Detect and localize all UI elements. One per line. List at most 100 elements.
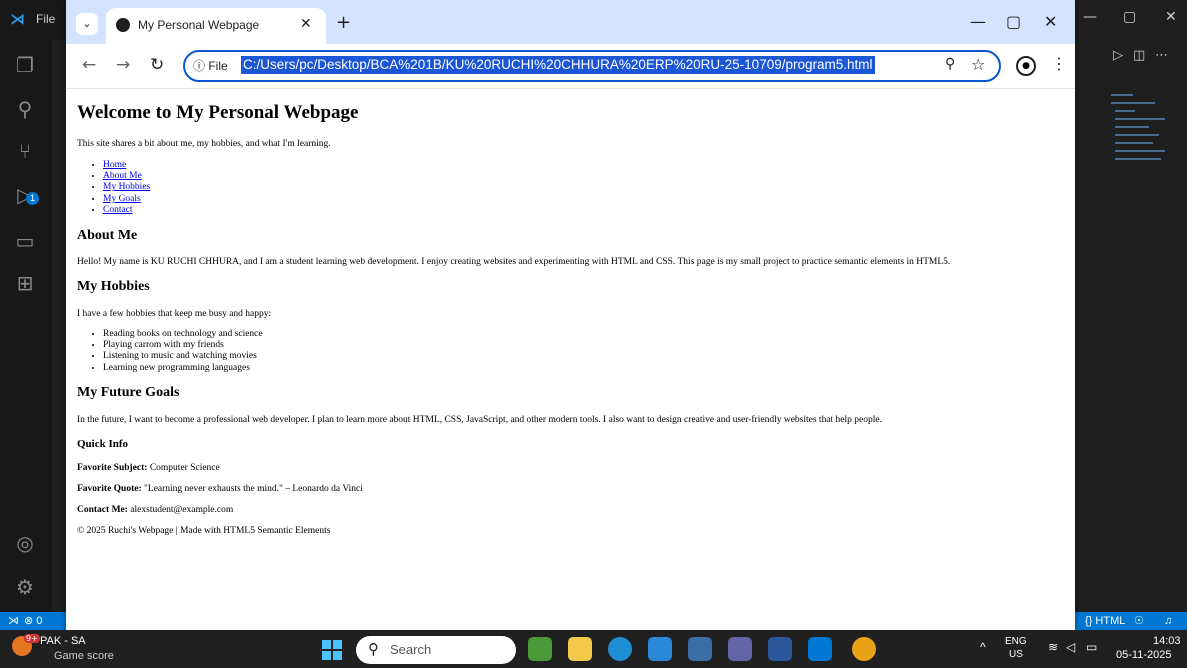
site-info-button[interactable]: ⓘ File xyxy=(193,57,228,74)
problems-indicator[interactable]: ⊗ 0 xyxy=(24,612,42,630)
settings-gear-icon[interactable]: ⚙ xyxy=(12,574,38,600)
widget-subtitle: Game score xyxy=(54,650,114,662)
vscode-logo-icon: ⋊ xyxy=(10,10,25,28)
about-text: Hello! My name is KU RUCHI CHHURA, and I… xyxy=(77,257,951,267)
nav-link-goals[interactable]: My Goals xyxy=(103,194,141,204)
run-debug-icon[interactable]: ▷ 1 xyxy=(12,182,39,208)
more-actions-icon[interactable]: ⋯ xyxy=(1155,48,1168,63)
vscode-maximize-icon[interactable]: ▢ xyxy=(1123,9,1136,25)
nav-list: Home About Me My Hobbies My Goals Contac… xyxy=(77,160,150,216)
nav-link-contact[interactable]: Contact xyxy=(103,205,133,215)
vscode-taskbar-icon[interactable] xyxy=(808,637,832,661)
tab-close-icon[interactable]: ✕ xyxy=(300,16,312,32)
remote-explorer-icon[interactable]: ▭ xyxy=(12,228,38,254)
vscode-close-icon[interactable]: ✕ xyxy=(1165,9,1177,25)
run-file-icon[interactable]: ▷ xyxy=(1113,48,1123,63)
profile-icon[interactable]: ● xyxy=(1016,56,1036,76)
debug-badge: 1 xyxy=(26,192,39,205)
new-tab-icon[interactable]: + xyxy=(336,12,351,33)
clock-time[interactable]: 14:03 xyxy=(1153,635,1181,647)
zoom-icon[interactable]: ⚲ xyxy=(945,56,955,72)
chrome-taskbar-icon[interactable] xyxy=(852,637,876,661)
teams-icon[interactable] xyxy=(728,637,752,661)
intro-text: This site shares a bit about me, my hobb… xyxy=(77,139,331,149)
minimize-icon[interactable]: — xyxy=(970,12,986,31)
forward-icon[interactable]: → xyxy=(116,55,130,75)
address-bar[interactable]: ⓘ File C:/Users/pc/Desktop/BCA%201B/KU%2… xyxy=(183,50,1001,82)
contact-label: Contact Me: xyxy=(77,505,128,515)
remote-indicator-icon[interactable]: ⋊ xyxy=(8,612,19,630)
maximize-icon[interactable]: ▢ xyxy=(1006,12,1021,31)
favorite-quote: Favorite Quote: "Learning never exhausts… xyxy=(77,484,363,494)
app-icon[interactable] xyxy=(688,637,712,661)
quote-label: Favorite Quote: xyxy=(77,484,142,494)
nav-link-about[interactable]: About Me xyxy=(103,171,142,181)
quick-info-heading: Quick Info xyxy=(77,438,129,450)
hobby-item: Learning new programming languages xyxy=(103,363,263,374)
word-icon[interactable] xyxy=(768,637,792,661)
wifi-icon[interactable]: ≋ xyxy=(1048,640,1058,654)
source-control-icon[interactable]: ⑂ xyxy=(12,138,38,164)
page-content: Welcome to My Personal Webpage This site… xyxy=(77,90,1067,630)
nav-item: Home xyxy=(103,160,150,171)
nav-link-hobbies[interactable]: My Hobbies xyxy=(103,182,150,192)
hobby-item: Reading books on technology and science xyxy=(103,329,263,340)
contact-info: Contact Me: alexstudent@example.com xyxy=(77,505,233,515)
subject-value: Computer Science xyxy=(147,463,220,473)
file-explorer-icon[interactable] xyxy=(568,637,592,661)
start-windows-icon[interactable] xyxy=(322,640,342,660)
nav-link-home[interactable]: Home xyxy=(103,160,126,170)
copilot-icon[interactable]: ☉ xyxy=(1134,612,1144,630)
windows-taskbar: 9+ PAK - SA Game score ⚲ Search ^ ENG US… xyxy=(0,630,1187,668)
reload-icon[interactable]: ↻ xyxy=(150,55,164,75)
tab-search-dropdown-icon[interactable]: ⌄ xyxy=(76,13,98,35)
store-icon[interactable] xyxy=(648,637,672,661)
vscode-editor-edge xyxy=(52,40,66,612)
edge-icon[interactable] xyxy=(608,637,632,661)
back-icon[interactable]: ← xyxy=(82,55,96,75)
url-text[interactable]: C:/Users/pc/Desktop/BCA%201B/KU%20RUCHI%… xyxy=(241,56,875,74)
game-app-icon[interactable] xyxy=(528,637,552,661)
account-icon[interactable]: ◎ xyxy=(12,530,38,556)
quote-value: "Learning never exhausts the mind." – Le… xyxy=(141,484,363,494)
tab-title: My Personal Webpage xyxy=(138,18,260,32)
hobby-item: Playing carrom with my friends xyxy=(103,340,263,351)
split-editor-icon[interactable]: ◫ xyxy=(1133,48,1145,63)
vscode-minimize-icon[interactable]: — xyxy=(1083,9,1097,25)
language-mode[interactable]: {} HTML xyxy=(1085,612,1125,630)
favorite-subject: Favorite Subject: Computer Science xyxy=(77,463,220,473)
tray-overflow-icon[interactable]: ^ xyxy=(980,640,986,654)
vscode-right-area: — ▢ ✕ ▷ ◫ ⋯ xyxy=(1075,0,1187,612)
volume-icon[interactable]: ◁ xyxy=(1066,640,1075,654)
taskbar-search[interactable]: ⚲ Search xyxy=(356,636,516,664)
vscode-activity-bar: ❐ ⚲ ⑂ ▷ 1 ▭ ⊞ ◎ ⚙ xyxy=(0,40,52,612)
close-window-icon[interactable]: ✕ xyxy=(1044,12,1057,31)
bookmark-star-icon[interactable]: ☆ xyxy=(971,55,985,74)
nav-item: Contact xyxy=(103,205,150,216)
subject-label: Favorite Subject: xyxy=(77,463,148,473)
system-tray: ^ ENG US ≋ ◁ ▭ 14:03 05-11-2025 xyxy=(970,630,1187,668)
widget-badge: 9+ xyxy=(24,634,40,643)
notifications-bell-icon[interactable]: ♫ xyxy=(1164,612,1172,630)
search-icon[interactable]: ⚲ xyxy=(12,96,38,122)
tab-strip: ⌄ My Personal Webpage ✕ + — ▢ ✕ xyxy=(66,0,1075,44)
browser-menu-icon[interactable]: ⋮ xyxy=(1051,54,1067,73)
about-heading: About Me xyxy=(77,228,138,243)
nav-item: About Me xyxy=(103,171,150,182)
contact-value: alexstudent@example.com xyxy=(127,505,234,515)
extensions-icon[interactable]: ⊞ xyxy=(12,270,38,296)
hobbies-list: Reading books on technology and science … xyxy=(77,329,263,374)
explorer-icon[interactable]: ❐ xyxy=(12,52,38,78)
language-region: US xyxy=(1009,649,1023,660)
goals-heading: My Future Goals xyxy=(77,385,180,400)
battery-icon[interactable]: ▭ xyxy=(1086,640,1097,654)
page-footer: © 2025 Ruchi's Webpage | Made with HTML5… xyxy=(77,526,331,536)
widget-title: PAK - SA xyxy=(40,635,86,647)
vscode-menu-file[interactable]: File xyxy=(36,12,55,26)
active-tab[interactable]: My Personal Webpage ✕ xyxy=(106,8,326,44)
search-icon: ⚲ xyxy=(368,640,379,658)
clock-date[interactable]: 05-11-2025 xyxy=(1116,649,1171,661)
search-label: Search xyxy=(390,642,432,657)
language-indicator[interactable]: ENG xyxy=(1005,636,1027,647)
hobby-item: Listening to music and watching movies xyxy=(103,351,263,362)
